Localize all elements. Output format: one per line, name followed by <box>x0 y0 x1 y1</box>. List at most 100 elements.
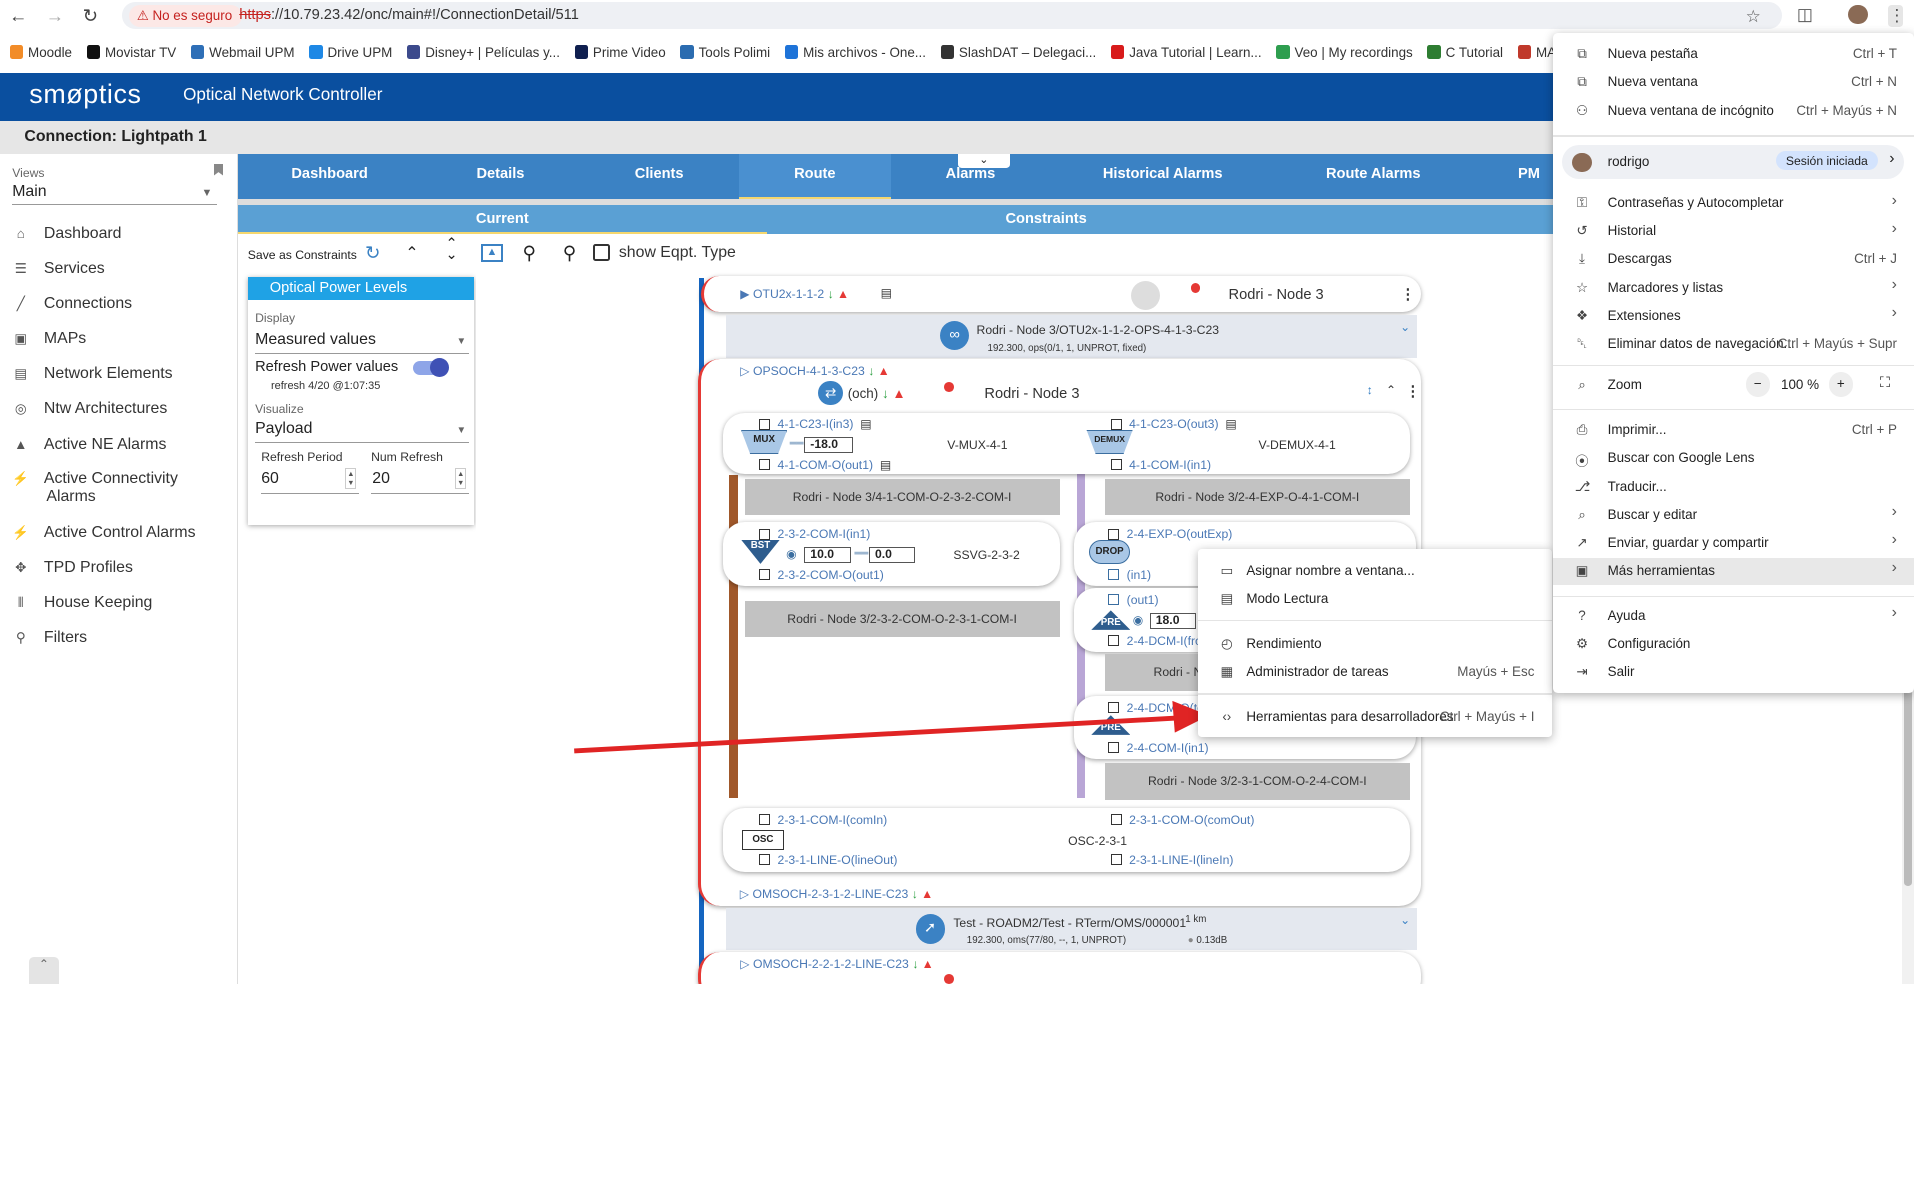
toggle-knob[interactable] <box>429 357 450 378</box>
osc-line-in-port[interactable]: 2-3-1-LINE-I(lineIn) <box>1110 853 1233 867</box>
bookmark-item[interactable]: SlashDAT – Delegaci... <box>940 41 1096 64</box>
chevron-up-icon[interactable]: ⌃ <box>1386 383 1396 397</box>
collapse-header-icon[interactable]: ⌄ <box>958 153 1010 169</box>
menu-item-nueva-ventana-de-incógnito[interactable]: ⚇ Nueva ventana de incógnito Ctrl + Mayús … <box>1553 98 1914 125</box>
connection-bar[interactable]: Rodri - Node 3/4-1-COM-O-2-3-2-COM-I <box>744 478 1060 516</box>
save-constraints-button[interactable]: Save as Constraints <box>248 248 357 262</box>
osc-card[interactable]: 2-3-1-COM-I(comIn) OSC 2-3-1-LINE-O(line… <box>722 808 1410 872</box>
refresh-period-input[interactable]: 60 <box>261 470 279 488</box>
mux-in-port[interactable]: 4-1-C23-I(in3) ▤ <box>759 417 872 431</box>
chevron-up-icon[interactable]: ⌃ <box>405 243 418 263</box>
chevron-down-icon[interactable]: ⌄ <box>1400 320 1410 334</box>
bookmark-item[interactable]: C Tutorial <box>1427 41 1503 64</box>
chevron-down-icon[interactable]: ⌄ <box>1400 913 1410 927</box>
more-icon[interactable]: ⋮ <box>1401 286 1416 303</box>
bookmark-item[interactable]: Movistar TV <box>86 41 176 64</box>
subtab-current[interactable]: Current <box>238 205 767 235</box>
bookmark-item[interactable]: Disney+ | Películas y... <box>406 41 560 64</box>
bookmark-pin-icon[interactable] <box>213 163 224 176</box>
not-secure-badge[interactable]: ⚠ No es seguro <box>129 4 242 27</box>
menu-item-historial[interactable]: ↺ Historial › <box>1553 218 1914 245</box>
tab-details[interactable]: Details <box>446 154 556 199</box>
tab-dashboard[interactable]: Dashboard <box>275 154 385 199</box>
connection-bar[interactable]: Rodri - Node 3/2-3-2-COM-O-2-3-1-COM-I <box>744 600 1060 638</box>
menu-item-salir[interactable]: ⇥ Salir <box>1553 659 1914 686</box>
sidebar-item-filters[interactable]: ⚲ Filters <box>12 629 226 647</box>
visualize-select[interactable]: Payload <box>255 420 312 438</box>
collapse-icon[interactable]: ↕ <box>1367 383 1373 397</box>
omsoch-link-1[interactable]: ▷ OMSOCH-2-3-1-2-LINE-C23 ↓ ▲ <box>740 887 933 901</box>
connection-bar[interactable]: Rodri - Node 3/2-4-EXP-O-4-1-COM-I <box>1104 478 1410 516</box>
extensions-icon[interactable]: ◫ <box>1797 5 1813 25</box>
bookmark-item[interactable]: Drive UPM <box>309 41 392 64</box>
drop-in-port[interactable]: (in1) <box>1108 568 1151 582</box>
otu-link[interactable]: ▶ OTU2x-1-1-2 ↓ ▲ <box>740 287 849 301</box>
profile-avatar-icon[interactable] <box>1848 4 1868 25</box>
fullscreen-icon[interactable]: ⛶ <box>1880 375 1890 391</box>
bst-in-port[interactable]: 2-3-2-COM-I(in1) <box>759 527 870 541</box>
sidebar-item-active-control-alarms[interactable]: ⚡ Active Control Alarms <box>12 524 226 542</box>
sidebar-item-ntw-architectures[interactable]: ◎ Ntw Architectures <box>12 400 226 418</box>
menu-item-ayuda[interactable]: ? Ayuda › <box>1553 603 1914 630</box>
tab-route-alarms[interactable]: Route Alarms <box>1312 154 1434 199</box>
pre1-out-port[interactable]: (out1) <box>1108 593 1159 607</box>
forward-icon[interactable]: → <box>44 5 66 27</box>
omsoch-link-2[interactable]: ▷ OMSOCH-2-2-1-2-LINE-C23 ↓ ▲ <box>740 957 933 971</box>
bookmark-item[interactable]: Webmail UPM <box>190 41 295 64</box>
mux-out-port[interactable]: 4-1-COM-O(out1) ▤ <box>759 458 891 472</box>
drop-out-port[interactable]: 2-4-EXP-O(outExp) <box>1108 527 1232 541</box>
menu-item-buscar-con-google-lens[interactable]: ⦿ Buscar con Google Lens <box>1553 446 1914 473</box>
otu-node-card[interactable]: ▶ OTU2x-1-1-2 ↓ ▲ ▤ Rodri - Node 3 ⋮ <box>700 275 1421 313</box>
sidebar-item-house-keeping[interactable]: ⫴ House Keeping <box>12 594 226 612</box>
osc-out-port[interactable]: 2-3-1-LINE-O(lineOut) <box>759 853 897 867</box>
menu-item-rendimiento[interactable]: ◴ Rendimiento <box>1198 631 1552 658</box>
period-stepper[interactable]: ▲ ▼ <box>345 467 357 490</box>
menu-item-herramientas-para-desarrolladores[interactable]: ‹› Herramientas para desarrolladores Ctrl … <box>1198 704 1552 731</box>
osc-in-port[interactable]: 2-3-1-COM-I(comIn) <box>759 813 887 827</box>
bookmark-star-icon[interactable]: ☆ <box>1746 7 1761 27</box>
refresh-icon[interactable]: ↻ <box>365 242 380 264</box>
chrome-menu-icon[interactable]: ⋮ <box>1888 4 1906 27</box>
zoom-out-button[interactable]: − <box>1745 372 1770 397</box>
num-stepper[interactable]: ▲ ▼ <box>455 467 467 490</box>
zoom-in-button[interactable]: + <box>1828 372 1853 397</box>
oms-connection-bar[interactable]: ➚ Test - ROADM2/Test - RTerm/OMS/000001 … <box>726 908 1418 950</box>
demux-out-port[interactable]: 4-1-C23-O(out3) ▤ <box>1110 417 1237 431</box>
zoom-in-icon[interactable]: ⚲ <box>563 242 576 264</box>
bookmark-item[interactable]: Java Tutorial | Learn... <box>1110 41 1262 64</box>
show-eqpt-checkbox[interactable] <box>593 244 611 262</box>
address-bar[interactable]: ⚠ No es seguro https://10.79.23.42/onc/m… <box>122 2 1783 30</box>
sidebar-item-network-elements[interactable]: ▤ Network Elements <box>12 365 226 383</box>
menu-item-enviar-guardar-y-compartir[interactable]: ↗ Enviar, guardar y compartir › <box>1553 530 1914 557</box>
bookmark-item[interactable]: Prime Video <box>574 41 666 64</box>
menu-item-buscar-y-editar[interactable]: ⌕ Buscar y editar › <box>1553 502 1914 529</box>
menu-item-asignar-nombre-a-ventana[interactable]: ▭ Asignar nombre a ventana... <box>1198 558 1552 585</box>
subtab-constraints[interactable]: Constraints <box>767 205 1326 234</box>
menu-item-configuración[interactable]: ⚙ Configuración <box>1553 631 1914 658</box>
sidebar-item-active-connectivity[interactable]: ⚡ Active Connectivity Alarms <box>12 470 226 506</box>
tab-route[interactable]: Route <box>738 153 892 199</box>
sidebar-item-maps[interactable]: ▣ MAPs <box>12 330 226 348</box>
demux-in-port[interactable]: 4-1-COM-I(in1) <box>1110 458 1211 472</box>
otu-connection-bar[interactable]: ∞ Rodri - Node 3/OTU2x-1-1-2-OPS-4-1-3-C… <box>726 314 1418 358</box>
reload-icon[interactable]: ↻ <box>79 5 101 27</box>
menu-item-nueva-ventana[interactable]: ⧉ Nueva ventana Ctrl + N <box>1553 70 1914 97</box>
menu-item-imprimir[interactable]: ⎙ Imprimir... Ctrl + P <box>1553 417 1914 444</box>
sidebar-item-dashboard[interactable]: ⌂ Dashboard <box>12 225 226 243</box>
menu-item-administrador-de-tareas[interactable]: ▦ Administrador de tareas Mayús + Esc <box>1198 659 1552 686</box>
mux-demux-card[interactable]: MUX 4-1-C23-I(in3) ▤ ══ -18.0 4-1-COM-O(… <box>722 412 1410 474</box>
expand-vertical-icon[interactable]: ⌃ ⌄ <box>446 237 458 263</box>
osc-com-out-port[interactable]: 2-3-1-COM-O(comOut) <box>1110 813 1254 827</box>
menu-item-más-herramientas[interactable]: ▣ Más herramientas › <box>1552 557 1914 585</box>
bst-out-port[interactable]: 2-3-2-COM-O(out1) <box>759 568 884 582</box>
menu-item-contraseñas-y-autocompletar[interactable]: ⚿ Contraseñas y Autocompletar › <box>1553 190 1914 217</box>
tab-clients[interactable]: Clients <box>604 154 714 199</box>
bst-card[interactable]: BST 2-3-2-COM-I(in1) ◉ 10.0 ══ 0.0 2-3-2… <box>722 522 1060 586</box>
menu-item-eliminar-datos-de-navegación[interactable]: ␡ Eliminar datos de navegación... Ctrl + M… <box>1553 331 1914 358</box>
tab-pm[interactable]: PM <box>1501 154 1556 199</box>
more-icon[interactable]: ⋮ <box>1406 383 1421 400</box>
bookmark-item[interactable]: Moodle <box>9 41 72 64</box>
menu-item-traducir[interactable]: ⎇ Traducir... <box>1553 474 1914 501</box>
views-select[interactable]: Main ▼ <box>12 183 218 206</box>
scrollbar-thumb[interactable] <box>1904 683 1912 887</box>
